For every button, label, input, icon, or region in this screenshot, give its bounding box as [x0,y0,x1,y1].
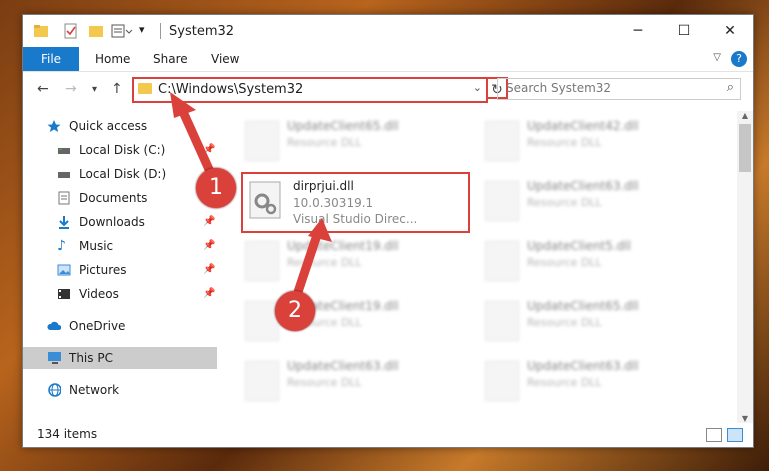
arrow-head-address [170,92,196,118]
arrow-to-address-bar [175,103,217,178]
step-1-badge: 1 [196,168,236,208]
step-2-badge: 2 [275,291,315,331]
arrow-to-file [293,230,323,294]
callout-arrows [170,92,332,294]
